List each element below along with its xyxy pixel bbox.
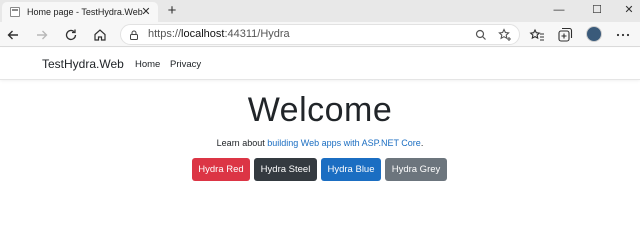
nav-link-privacy[interactable]: Privacy xyxy=(170,59,201,70)
web-page: TestHydra.Web Home Privacy Welcome Learn… xyxy=(0,48,640,252)
add-favorite-icon[interactable] xyxy=(497,27,513,43)
new-tab-button[interactable]: + xyxy=(164,2,180,20)
page-title: Welcome xyxy=(247,91,393,129)
favorites-icon[interactable] xyxy=(528,25,546,45)
forward-button[interactable] xyxy=(32,25,52,45)
forward-icon xyxy=(37,30,48,40)
lock-icon[interactable] xyxy=(129,30,139,40)
zoom-icon[interactable] xyxy=(473,27,489,43)
browser-tab[interactable]: Home page - TestHydra.Web ✕ xyxy=(2,2,158,22)
window-close-button[interactable]: ✕ xyxy=(614,0,640,20)
hydra-blue-button[interactable]: Hydra Blue xyxy=(321,158,381,181)
nav-link-home[interactable]: Home xyxy=(135,59,160,70)
address-toolbar: https://localhost:44311/Hydra xyxy=(0,22,640,47)
tab-title: Home page - TestHydra.Web xyxy=(27,7,143,17)
back-button[interactable] xyxy=(3,25,23,45)
home-icon xyxy=(94,29,106,41)
profile-avatar[interactable] xyxy=(586,26,602,42)
minimize-button[interactable]: — xyxy=(544,0,574,20)
refresh-button[interactable] xyxy=(61,25,81,45)
back-icon xyxy=(7,30,18,40)
aspnet-docs-link[interactable]: building Web apps with ASP.NET Core xyxy=(267,138,421,148)
hydra-steel-button[interactable]: Hydra Steel xyxy=(254,158,317,181)
collections-icon[interactable] xyxy=(556,25,574,45)
url-bar[interactable]: https://localhost:44311/Hydra xyxy=(120,24,520,45)
hydra-red-button[interactable]: Hydra Red xyxy=(192,158,250,181)
tab-strip: Home page - TestHydra.Web ✕ + — ☐ ✕ xyxy=(0,0,640,22)
hydra-grey-button[interactable]: Hydra Grey xyxy=(385,158,447,181)
refresh-icon xyxy=(65,29,77,41)
lead-text: Learn about building Web apps with ASP.N… xyxy=(216,138,424,148)
site-brand-link[interactable]: TestHydra.Web xyxy=(42,57,124,71)
tab-close-icon[interactable]: ✕ xyxy=(140,5,152,19)
maximize-button[interactable]: ☐ xyxy=(582,0,612,20)
page-favicon-icon xyxy=(10,7,20,17)
site-navbar: TestHydra.Web Home Privacy xyxy=(0,48,640,80)
home-button[interactable] xyxy=(90,25,110,45)
url-text[interactable]: https://localhost:44311/Hydra xyxy=(148,28,290,40)
more-icon[interactable] xyxy=(614,25,632,45)
